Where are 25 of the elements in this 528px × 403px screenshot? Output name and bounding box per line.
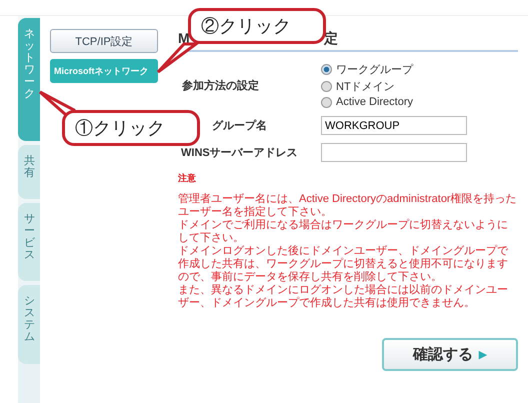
notice-title: 注意 (178, 172, 197, 185)
heading-text: M (178, 30, 190, 48)
heading-text: 定 (324, 30, 338, 48)
notice-text: ドメインログオンした後にドメインユーザー、ドメイングループで作成した共有は、ワークグループに切替えると使用不可になりますので、事前にデータを保存し共有を削除して下さい。 (178, 245, 510, 284)
join-method-label: 参加方法の設定 (181, 78, 260, 92)
callout-pointer (154, 42, 200, 76)
radio-option[interactable]: ワークグループ (321, 62, 414, 77)
radio-option[interactable]: NTドメイン (321, 79, 414, 94)
field-label: WINSサーバーアドレス (180, 146, 298, 160)
sub-nav-button[interactable]: TCP/IP設定 (50, 29, 158, 53)
side-tab[interactable]: 共有 (18, 144, 40, 199)
input-field[interactable]: WORKGROUP (321, 116, 467, 135)
notice-text: ドメインでご利用になる場合はワークグループに切替えないようにして下さい。 (178, 219, 509, 244)
radio-icon[interactable] (321, 96, 332, 108)
confirm-button[interactable]: 確認する ▸ (382, 338, 518, 371)
field-label: グループ名 (211, 118, 267, 133)
input-field[interactable] (321, 143, 467, 162)
radio-option[interactable]: Active Directory (321, 96, 414, 108)
side-tab[interactable]: システム (18, 285, 40, 364)
callout-bubble: ①クリック (62, 110, 200, 146)
side-tab[interactable]: サービス (18, 202, 40, 282)
notice-text: また、異なるドメインにログオンした場合には以前のドメインユーザー、ドメイングループで作成した共有は使用できません。 (178, 284, 509, 310)
notice-text: 管理者ユーザー名には、Active Directoryのadministrator権限を持ったユーザー名を指定して下さい。 (178, 193, 518, 218)
radio-icon[interactable] (321, 81, 332, 92)
radio-icon[interactable] (321, 64, 332, 75)
